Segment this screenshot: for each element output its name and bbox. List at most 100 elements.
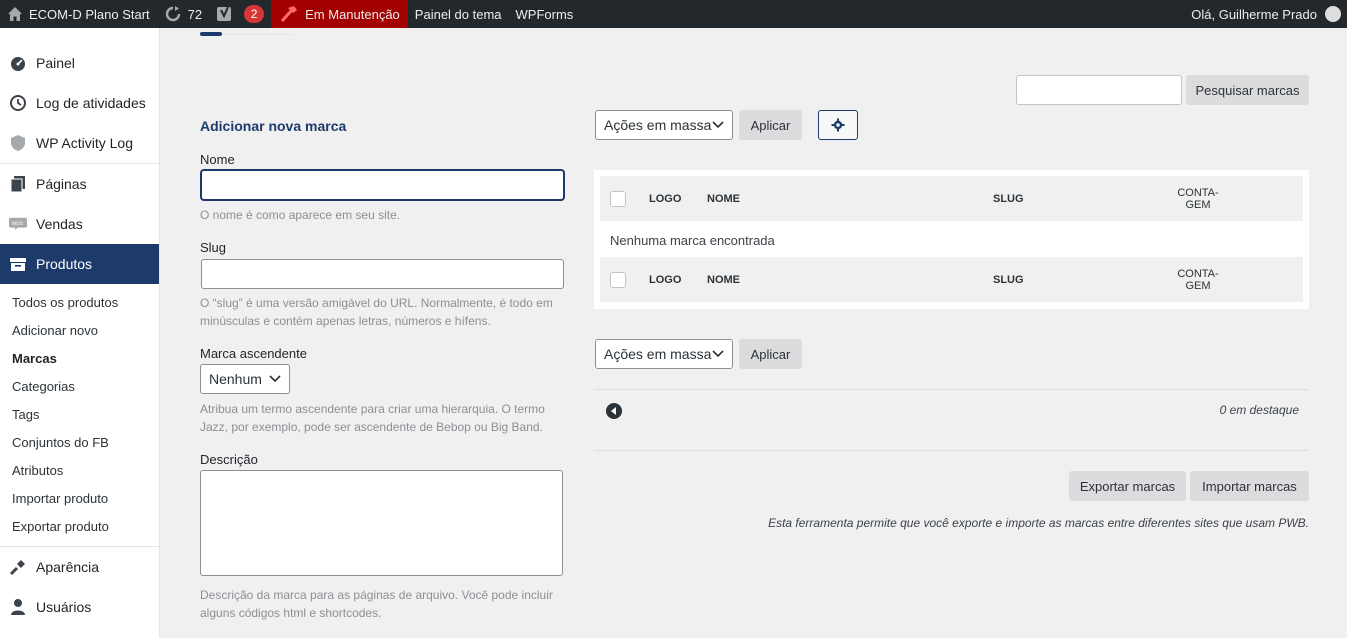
site-name-link[interactable]: ECOM-D Plano Start (0, 0, 157, 28)
parent-help-2: Jazz, por exemplo, pode ser ascendente d… (200, 420, 543, 434)
sidebar-item-label: WP Activity Log (36, 135, 134, 151)
submenu-atributos[interactable]: Atributos (0, 456, 159, 484)
greeting: Olá, Guilherme Prado (1191, 6, 1317, 22)
submenu-exportar-produto[interactable]: Exportar produto (0, 512, 159, 540)
history-icon (9, 94, 27, 112)
maintenance-link[interactable]: Em Manutenção (271, 0, 408, 28)
yoast-icon (217, 6, 232, 21)
form-title: Adicionar nova marca (200, 118, 347, 134)
submenu-todos-produtos[interactable]: Todos os produtos (0, 288, 159, 316)
name-label: Nome (200, 152, 235, 167)
name-help: O nome é como aparece em seu site. (200, 208, 401, 222)
select-all-checkbox-footer[interactable] (610, 271, 626, 288)
search-input[interactable] (1016, 75, 1182, 105)
bulk-actions-select-top[interactable]: Ações em massa (595, 110, 733, 140)
table-footer: LOGO NOME SLUG CONTA- GEM (600, 257, 1303, 302)
dashboard-icon (9, 54, 27, 72)
column-count[interactable]: CONTA- GEM (1160, 176, 1236, 221)
select-all-checkbox[interactable] (610, 190, 626, 207)
sidebar-item-produtos[interactable]: Produtos (0, 244, 159, 284)
featured-bar: 0 em destaque (594, 389, 1309, 431)
updates-link[interactable]: 72 (157, 0, 209, 28)
avatar (1325, 6, 1341, 22)
slug-label: Slug (200, 240, 227, 255)
sidebar-item-label: Log de atividades (36, 95, 146, 111)
tool-note: Esta ferramenta permite que você exporte… (768, 516, 1309, 530)
sidebar-item-paginas[interactable]: Páginas (0, 164, 159, 204)
column-logo-footer[interactable]: LOGO (649, 257, 681, 302)
column-count-footer[interactable]: CONTA- GEM (1160, 257, 1236, 302)
theme-panel-label: Painel do tema (414, 6, 502, 22)
sidebar-item-usuarios[interactable]: Usuários (0, 587, 159, 627)
column-count-line-2: GEM (1185, 198, 1211, 211)
sidebar-item-vendas[interactable]: WOO Vendas (0, 204, 159, 244)
import-brands-button[interactable]: Importar marcas (1190, 471, 1309, 501)
wpforms-label: WPForms (515, 6, 574, 22)
archive-icon (9, 255, 27, 273)
updates-count: 72 (187, 6, 203, 22)
admin-bar: ECOM-D Plano Start 72 2 Em Manutenção Pa… (0, 0, 1347, 28)
maintenance-label: Em Manutenção (305, 6, 400, 22)
description-help-1: Descrição da marca para as páginas de ar… (200, 588, 553, 602)
brush-icon (9, 558, 27, 576)
apply-button-bottom[interactable]: Aplicar (739, 339, 802, 369)
column-count-line-1: CONTA- (1177, 186, 1219, 199)
slug-help-1: O “slug” é uma versão amigável do URL. N… (200, 296, 553, 310)
parent-select[interactable]: Nenhum (200, 364, 290, 394)
main-content: Adicionar nova marca Nome O nome é como … (160, 28, 1347, 638)
bulk-actions-value: Ações em massa (604, 346, 712, 362)
export-brands-button[interactable]: Exportar marcas (1069, 471, 1186, 501)
column-logo[interactable]: LOGO (649, 176, 681, 221)
section-divider (594, 450, 1309, 451)
tab-indicator (200, 32, 222, 36)
table-header: LOGO NOME SLUG CONTA- GEM (600, 176, 1303, 221)
column-name-footer[interactable]: NOME (707, 257, 740, 302)
parent-help-1: Atribua um termo ascendente para criar u… (200, 402, 545, 416)
column-count-line-2: GEM (1185, 279, 1211, 292)
parent-label: Marca ascendente (200, 346, 307, 361)
sidebar-item-wp-activity-log[interactable]: WP Activity Log (0, 123, 159, 163)
chevron-down-icon (712, 350, 724, 358)
submenu-conjuntos-fb[interactable]: Conjuntos do FB (0, 428, 159, 456)
gear-icon (831, 118, 845, 132)
sidebar-item-label: Aparência (36, 559, 100, 575)
submenu-tags[interactable]: Tags (0, 400, 159, 428)
site-name: ECOM-D Plano Start (29, 6, 150, 22)
description-textarea[interactable] (200, 470, 563, 576)
pages-icon (9, 175, 27, 193)
sidebar-item-label: Vendas (36, 216, 83, 232)
sidebar-item-label: Usuários (36, 599, 92, 615)
sidebar-item-aparencia[interactable]: Aparência (0, 547, 159, 587)
column-name[interactable]: NOME (707, 176, 740, 221)
column-slug-footer[interactable]: SLUG (993, 257, 1024, 302)
home-icon (8, 7, 22, 21)
theme-panel-link[interactable]: Painel do tema (408, 0, 509, 28)
sidebar-item-label: Painel (36, 55, 75, 71)
description-label: Descrição (200, 452, 258, 467)
parent-select-value: Nenhum (209, 371, 262, 387)
settings-button[interactable] (818, 110, 858, 140)
name-input[interactable] (201, 170, 564, 200)
caret-left-circle-icon[interactable] (606, 403, 622, 419)
submenu-adicionar-novo[interactable]: Adicionar novo (0, 316, 159, 344)
account-link[interactable]: Olá, Guilherme Prado (1184, 0, 1347, 28)
bulk-actions-select-bottom[interactable]: Ações em massa (595, 339, 733, 369)
yoast-link[interactable]: 2 (209, 0, 271, 28)
sidebar-item-painel[interactable]: Painel (0, 43, 159, 83)
submenu-marcas[interactable]: Marcas (0, 344, 159, 372)
search-brands-button[interactable]: Pesquisar marcas (1186, 75, 1309, 105)
bulk-actions-value: Ações em massa (604, 117, 712, 133)
shield-icon (9, 134, 27, 152)
chevron-down-icon (269, 375, 281, 383)
refresh-icon (165, 6, 180, 22)
column-slug[interactable]: SLUG (993, 176, 1024, 221)
wpforms-link[interactable]: WPForms (509, 0, 581, 28)
description-help-2: alguns códigos html e shortcodes. (200, 606, 382, 620)
empty-message: Nenhuma marca encontrada (610, 233, 775, 248)
slug-input[interactable] (201, 259, 564, 289)
apply-button-top[interactable]: Aplicar (739, 110, 802, 140)
submenu-importar-produto[interactable]: Importar produto (0, 484, 159, 512)
submenu-categorias[interactable]: Categorias (0, 372, 159, 400)
sidebar-item-log[interactable]: Log de atividades (0, 83, 159, 123)
produtos-submenu: Todos os produtos Adicionar novo Marcas … (0, 284, 159, 546)
